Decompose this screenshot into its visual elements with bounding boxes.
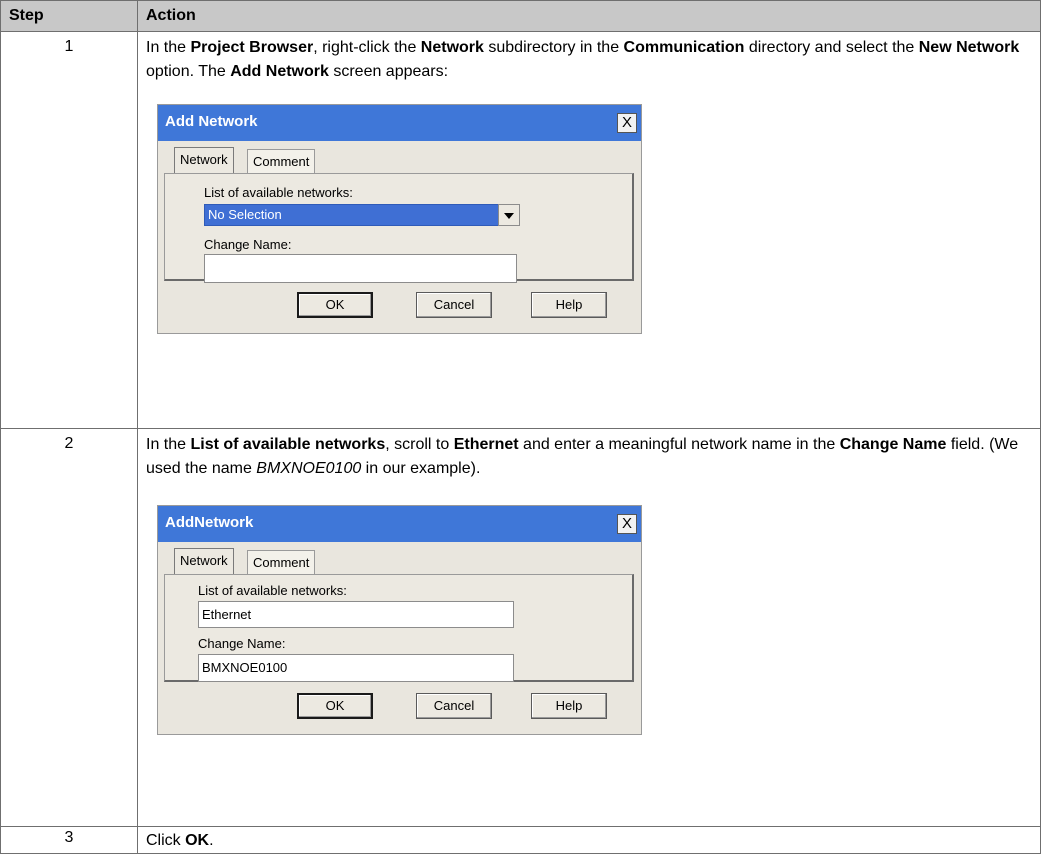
dialog-title: AddNetwork xyxy=(165,514,254,531)
network-tab-panel: List of available networks: No Selection… xyxy=(164,173,634,283)
cancel-button[interactable]: Cancel xyxy=(416,292,492,318)
networks-dropdown-value: No Selection xyxy=(208,207,282,222)
action-text: in our example). xyxy=(361,460,481,477)
tab-comment[interactable]: Comment xyxy=(247,550,316,574)
close-button[interactable]: X xyxy=(617,514,637,534)
action-bold: Project Browser xyxy=(190,39,314,56)
step-number: 3 xyxy=(0,826,138,854)
change-name-label: Change Name: xyxy=(204,237,292,252)
step-number: 2 xyxy=(0,428,138,827)
cancel-button[interactable]: Cancel xyxy=(416,693,492,719)
action-text: directory and select the xyxy=(744,39,919,56)
network-tab-panel: List of available networks: Ethernet Cha… xyxy=(164,574,634,682)
action-bold: OK xyxy=(185,832,210,849)
close-button[interactable]: X xyxy=(617,113,637,133)
change-name-input[interactable] xyxy=(204,254,517,283)
action-text: . xyxy=(209,832,214,849)
add-network-dialog: Add Network X Network Comment List of av… xyxy=(157,104,642,334)
help-button[interactable]: Help xyxy=(531,292,607,318)
step-number: 1 xyxy=(0,31,138,429)
action-text: In the xyxy=(146,39,191,56)
action-text: and enter a meaningful network name in t… xyxy=(518,436,840,453)
close-icon: X xyxy=(621,515,632,532)
change-name-input[interactable]: BMXNOE0100 xyxy=(198,654,514,682)
networks-list-label: List of available networks: xyxy=(198,583,347,598)
action-bold: Change Name xyxy=(839,436,947,453)
action-bold: Ethernet xyxy=(453,436,519,453)
action-bold: Network xyxy=(420,39,484,56)
add-network-dialog-filled: AddNetwork X Network Comment List of ava… xyxy=(157,505,642,735)
action-text: subdirectory in the xyxy=(483,39,624,56)
networks-list-label: List of available networks: xyxy=(204,185,353,200)
step-action: Click OK. xyxy=(137,826,1041,854)
action-bold: Communication xyxy=(623,39,745,56)
action-text: , right-click the xyxy=(313,39,421,56)
tab-comment[interactable]: Comment xyxy=(247,149,316,173)
action-text: screen appears: xyxy=(328,63,449,80)
header-step: Step xyxy=(0,0,138,32)
dialog-title-bar[interactable]: AddNetwork X xyxy=(158,506,641,542)
table-header-row: Step Action xyxy=(0,0,1041,32)
help-button[interactable]: Help xyxy=(531,693,607,719)
networks-dropdown[interactable]: No Selection xyxy=(204,204,520,226)
action-text: option. The xyxy=(146,63,231,80)
ok-button[interactable]: OK xyxy=(297,693,373,719)
header-action: Action xyxy=(137,0,1041,32)
action-bold: Add Network xyxy=(230,63,329,80)
dialog-title: Add Network xyxy=(165,113,258,130)
ok-button[interactable]: OK xyxy=(297,292,373,318)
dialog-title-bar[interactable]: Add Network X xyxy=(158,105,641,141)
chevron-down-icon xyxy=(504,213,514,219)
tab-network[interactable]: Network xyxy=(174,548,234,574)
change-name-label: Change Name: xyxy=(198,636,286,651)
action-bold: New Network xyxy=(918,39,1020,56)
table-row: 3 Click OK. xyxy=(0,826,1041,854)
dropdown-arrow-button[interactable] xyxy=(498,204,520,226)
tab-network[interactable]: Network xyxy=(174,147,234,173)
action-text: Click xyxy=(146,832,186,849)
networks-select-field[interactable]: Ethernet xyxy=(198,601,514,628)
action-bold: List of available networks xyxy=(190,436,386,453)
action-text: , scroll to xyxy=(385,436,454,453)
action-italic: BMXNOE0100 xyxy=(256,460,362,477)
close-icon: X xyxy=(621,114,632,131)
action-text: In the xyxy=(146,436,191,453)
